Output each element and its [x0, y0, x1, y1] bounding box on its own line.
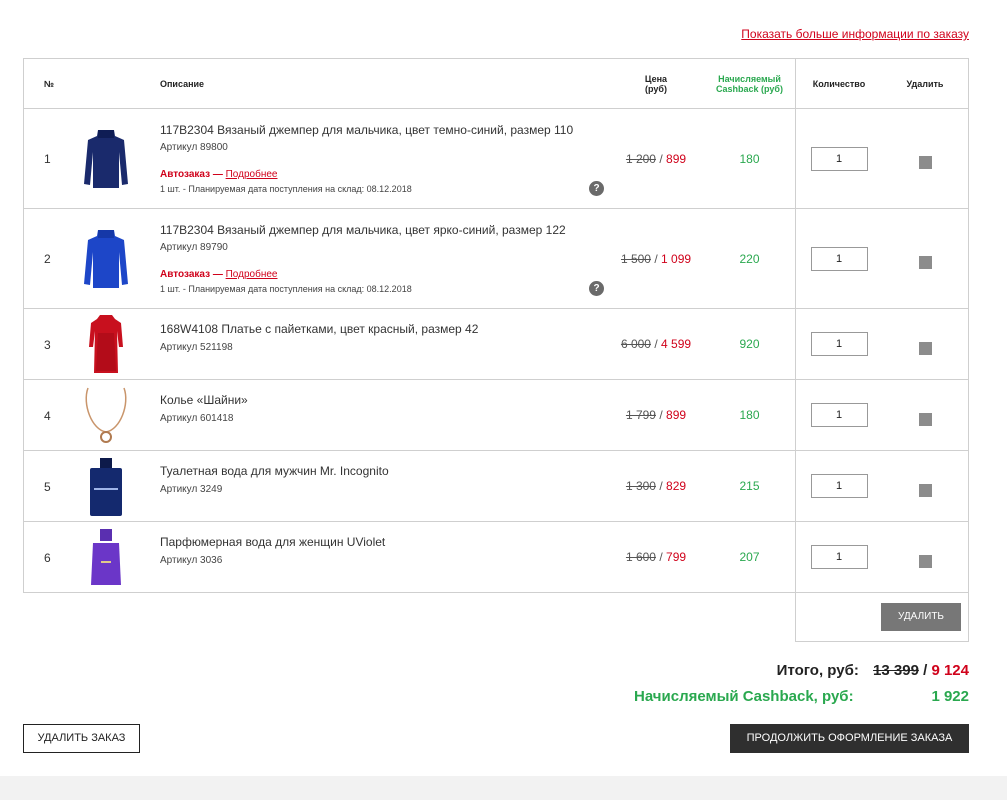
- product-title: 117B2304 Вязаный джемпер для мальчика, ц…: [160, 223, 566, 237]
- price: 1 200 / 899: [625, 151, 687, 166]
- delete-checkbox[interactable]: [918, 256, 932, 269]
- product-article: Артикул 3036: [160, 555, 223, 566]
- cashback-value: 220: [739, 251, 760, 266]
- product-article: Артикул 3249: [160, 484, 223, 495]
- total-new: 9 124: [931, 662, 969, 679]
- row-number: 6: [44, 551, 51, 565]
- price: 6 000 / 4 599: [620, 337, 692, 351]
- quantity-input[interactable]: [810, 403, 868, 427]
- row-number: 1: [44, 152, 51, 166]
- total-old: 13 399: [873, 662, 919, 679]
- header-num: №: [44, 78, 55, 89]
- cashback-value: 207: [739, 550, 760, 564]
- autoorder-label: Автозаказ — Подробнее: [160, 269, 278, 280]
- price: 1 500 / 1 099: [620, 251, 692, 266]
- planned-date: 1 шт. - Планируемая дата поступления на …: [160, 284, 412, 294]
- cashback-total-value: 1 922: [931, 688, 969, 705]
- product-title: Колье «Шайни»: [160, 393, 248, 407]
- price: 1 600 / 799: [625, 550, 687, 564]
- planned-date: 1 шт. - Планируемая дата поступления на …: [160, 184, 412, 194]
- more-info-link[interactable]: Показать больше информации по заказу: [741, 27, 969, 41]
- quantity-input[interactable]: [810, 474, 868, 498]
- table-row: 2 117B2304 Вязаный джемпер для мальчика,…: [24, 209, 968, 309]
- row-number: 5: [44, 480, 51, 494]
- table-footer: УДАЛИТЬ: [795, 593, 969, 642]
- page-footer: [0, 776, 1007, 800]
- product-article: Артикул 89800: [160, 142, 228, 153]
- continue-checkout-button[interactable]: ПРОДОЛЖИТЬ ОФОРМЛЕНИЕ ЗАКАЗА: [730, 724, 969, 753]
- table-row: 6 Парфюмерная вода для женщин UViolet Ар…: [24, 522, 968, 593]
- cashback-value: 215: [739, 479, 760, 493]
- help-icon[interactable]: ?: [589, 281, 604, 296]
- header-delete: Удалить: [906, 78, 944, 89]
- table-header: № Описание Цена (руб) Начисляемый Cashback…: [24, 59, 968, 109]
- delete-order-button[interactable]: УДАЛИТЬ ЗАКАЗ: [23, 724, 140, 753]
- delete-checkbox[interactable]: [918, 156, 932, 169]
- delete-checkbox[interactable]: [918, 341, 932, 355]
- product-title: Туалетная вода для мужчин Mr. Incognito: [160, 464, 389, 478]
- cashback-value: 180: [739, 151, 760, 166]
- product-article: Артикул 521198: [160, 342, 233, 353]
- order-table: № Описание Цена (руб) Начисляемый Cashback…: [23, 58, 969, 593]
- delete-checkbox[interactable]: [918, 554, 932, 568]
- product-image-sweater-blue[interactable]: [76, 227, 136, 291]
- autoorder-label: Автозаказ — Подробнее: [160, 169, 278, 180]
- row-number: 4: [44, 409, 51, 423]
- quantity-input[interactable]: [810, 332, 868, 356]
- autoorder-details-link[interactable]: Подробнее: [226, 269, 278, 280]
- product-image-necklace[interactable]: [76, 384, 136, 446]
- row-number: 3: [44, 338, 51, 352]
- total-label: Итого, руб:: [776, 662, 859, 679]
- quantity-input[interactable]: [810, 146, 868, 171]
- product-article: Артикул 601418: [160, 413, 234, 424]
- product-image-perfume-blue[interactable]: [76, 455, 136, 519]
- delete-selected-button[interactable]: УДАЛИТЬ: [881, 603, 961, 631]
- delete-checkbox[interactable]: [918, 483, 932, 497]
- table-row: 1 117B2304 Вязаный джемпер для мальчика,…: [24, 109, 968, 209]
- autoorder-details-link[interactable]: Подробнее: [226, 169, 278, 180]
- product-article: Артикул 89790: [160, 242, 228, 253]
- header-desc: Описание: [160, 78, 205, 89]
- cashback-total-label: Начисляемый Cashback, руб:: [634, 688, 854, 705]
- product-image-sweater-navy[interactable]: [76, 125, 136, 193]
- table-row: 5 Туалетная вода для мужчин Mr. Incognit…: [24, 451, 968, 522]
- price: 1 300 / 829: [625, 479, 687, 493]
- cashback-value: 180: [739, 408, 760, 422]
- product-image-dress-red[interactable]: [76, 312, 136, 376]
- help-icon[interactable]: ?: [589, 181, 604, 196]
- delete-checkbox[interactable]: [918, 412, 932, 426]
- cashback-value: 920: [739, 337, 760, 351]
- header-price: Цена (руб): [644, 73, 668, 94]
- quantity-input[interactable]: [810, 246, 868, 271]
- table-row: 4 Колье «Шайни» Артикул 601418 1 799 / 8…: [24, 380, 968, 451]
- header-cashback: Начисляемый Cashback (руб): [716, 73, 783, 94]
- product-title: 117B2304 Вязаный джемпер для мальчика, ц…: [160, 123, 574, 137]
- product-image-perfume-violet[interactable]: [76, 526, 136, 590]
- total-sep: /: [923, 662, 928, 679]
- table-row: 3 168W4108 Платье с пайетками, цвет крас…: [24, 309, 968, 380]
- price: 1 799 / 899: [625, 408, 687, 422]
- quantity-input[interactable]: [810, 545, 868, 569]
- order-total: Итого, руб: 13 399 / 9 124: [777, 662, 969, 679]
- product-title: 168W4108 Платье с пайетками, цвет красны…: [160, 322, 479, 336]
- product-title: Парфюмерная вода для женщин UViolet: [160, 535, 386, 549]
- header-qty: Количество: [795, 59, 882, 108]
- row-number: 2: [44, 252, 51, 266]
